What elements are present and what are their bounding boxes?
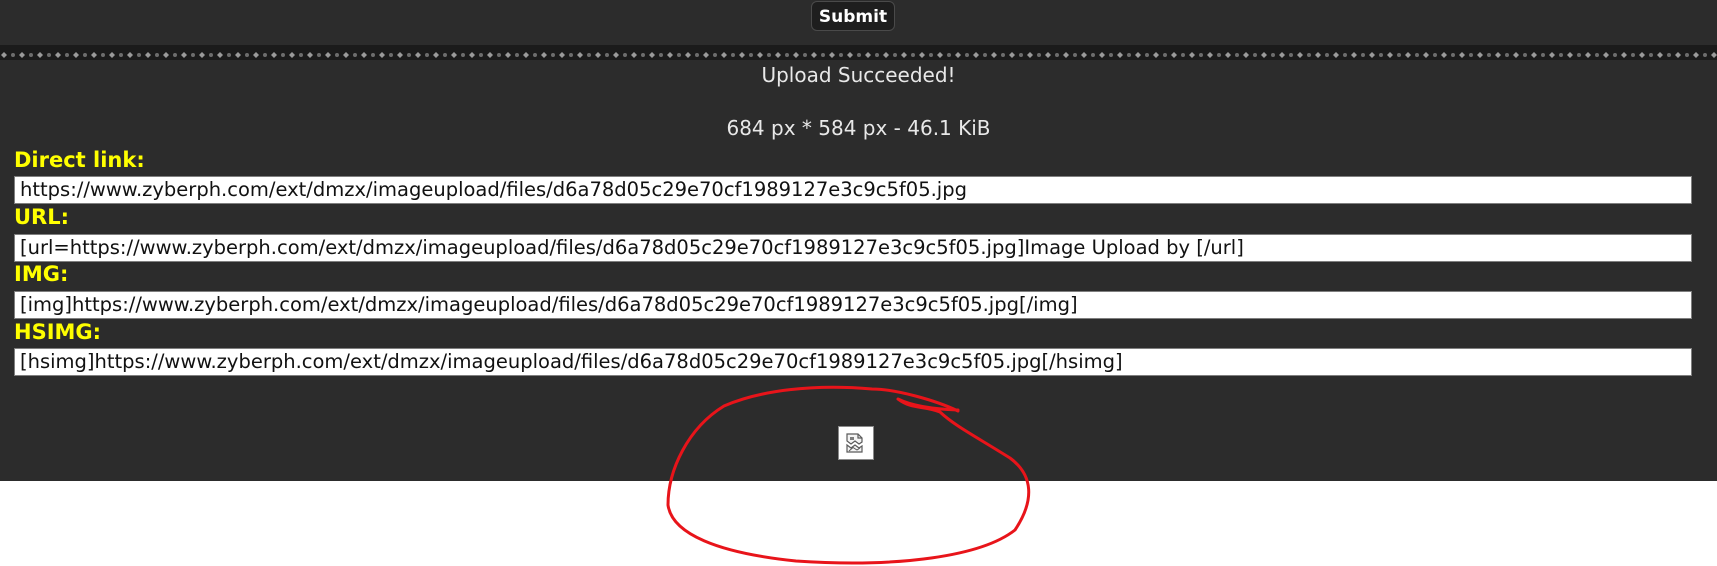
img-field[interactable]: [img]https://www.zyberph.com/ext/dmzx/im…	[14, 291, 1692, 319]
decorative-divider	[0, 45, 1717, 60]
broken-image-icon	[846, 433, 863, 453]
img-label: IMG:	[14, 262, 69, 286]
direct-link-label: Direct link:	[14, 148, 145, 172]
upload-image-info: 684 px * 584 px - 46.1 KiB	[726, 116, 991, 140]
url-field[interactable]: [url=https://www.zyberph.com/ext/dmzx/im…	[14, 234, 1692, 262]
upload-result-panel: Submit Upload Succeeded! 684 px * 584 px…	[0, 0, 1717, 481]
image-preview[interactable]	[838, 426, 874, 460]
hsimg-field[interactable]: [hsimg]https://www.zyberph.com/ext/dmzx/…	[14, 348, 1692, 376]
upload-status-title: Upload Succeeded!	[761, 63, 956, 87]
hsimg-label: HSIMG:	[14, 320, 102, 344]
submit-button[interactable]: Submit	[811, 1, 895, 31]
url-label: URL:	[14, 205, 70, 229]
direct-link-field[interactable]: https://www.zyberph.com/ext/dmzx/imageup…	[14, 176, 1692, 204]
divider-pattern	[0, 50, 1717, 60]
